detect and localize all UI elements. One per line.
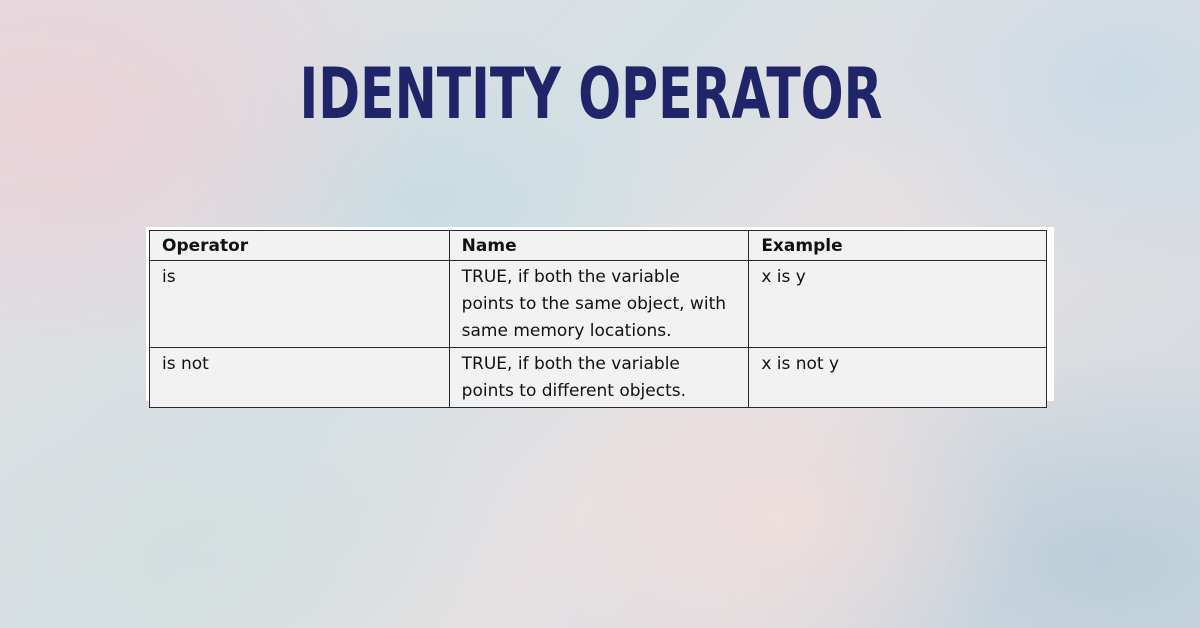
column-header-name: Name: [448, 230, 750, 261]
table-header-row: Operator Name Example: [149, 230, 1047, 261]
name-cell: TRUE, if both the variable points to dif…: [448, 347, 750, 408]
column-header-example: Example: [748, 230, 1047, 261]
table-row: is TRUE, if both the variable points to …: [149, 260, 1047, 348]
example-cell: x is not y: [748, 347, 1047, 408]
example-cell: x is y: [748, 260, 1047, 348]
table-row: is not TRUE, if both the variable points…: [149, 347, 1047, 408]
name-text: TRUE, if both the variable points to dif…: [461, 354, 686, 401]
page-title: IDENTITY OPERATOR: [299, 53, 883, 135]
name-cell: TRUE, if both the variable points to the…: [448, 260, 750, 348]
column-header-operator: Operator: [149, 230, 450, 261]
identity-operator-table: Operator Name Example is TRUE, if both t…: [149, 230, 1047, 408]
operator-table-card: Operator Name Example is TRUE, if both t…: [146, 227, 1054, 408]
name-text: TRUE, if both the variable points to the…: [461, 267, 727, 341]
operator-cell: is: [149, 260, 450, 348]
operator-cell: is not: [149, 347, 450, 408]
